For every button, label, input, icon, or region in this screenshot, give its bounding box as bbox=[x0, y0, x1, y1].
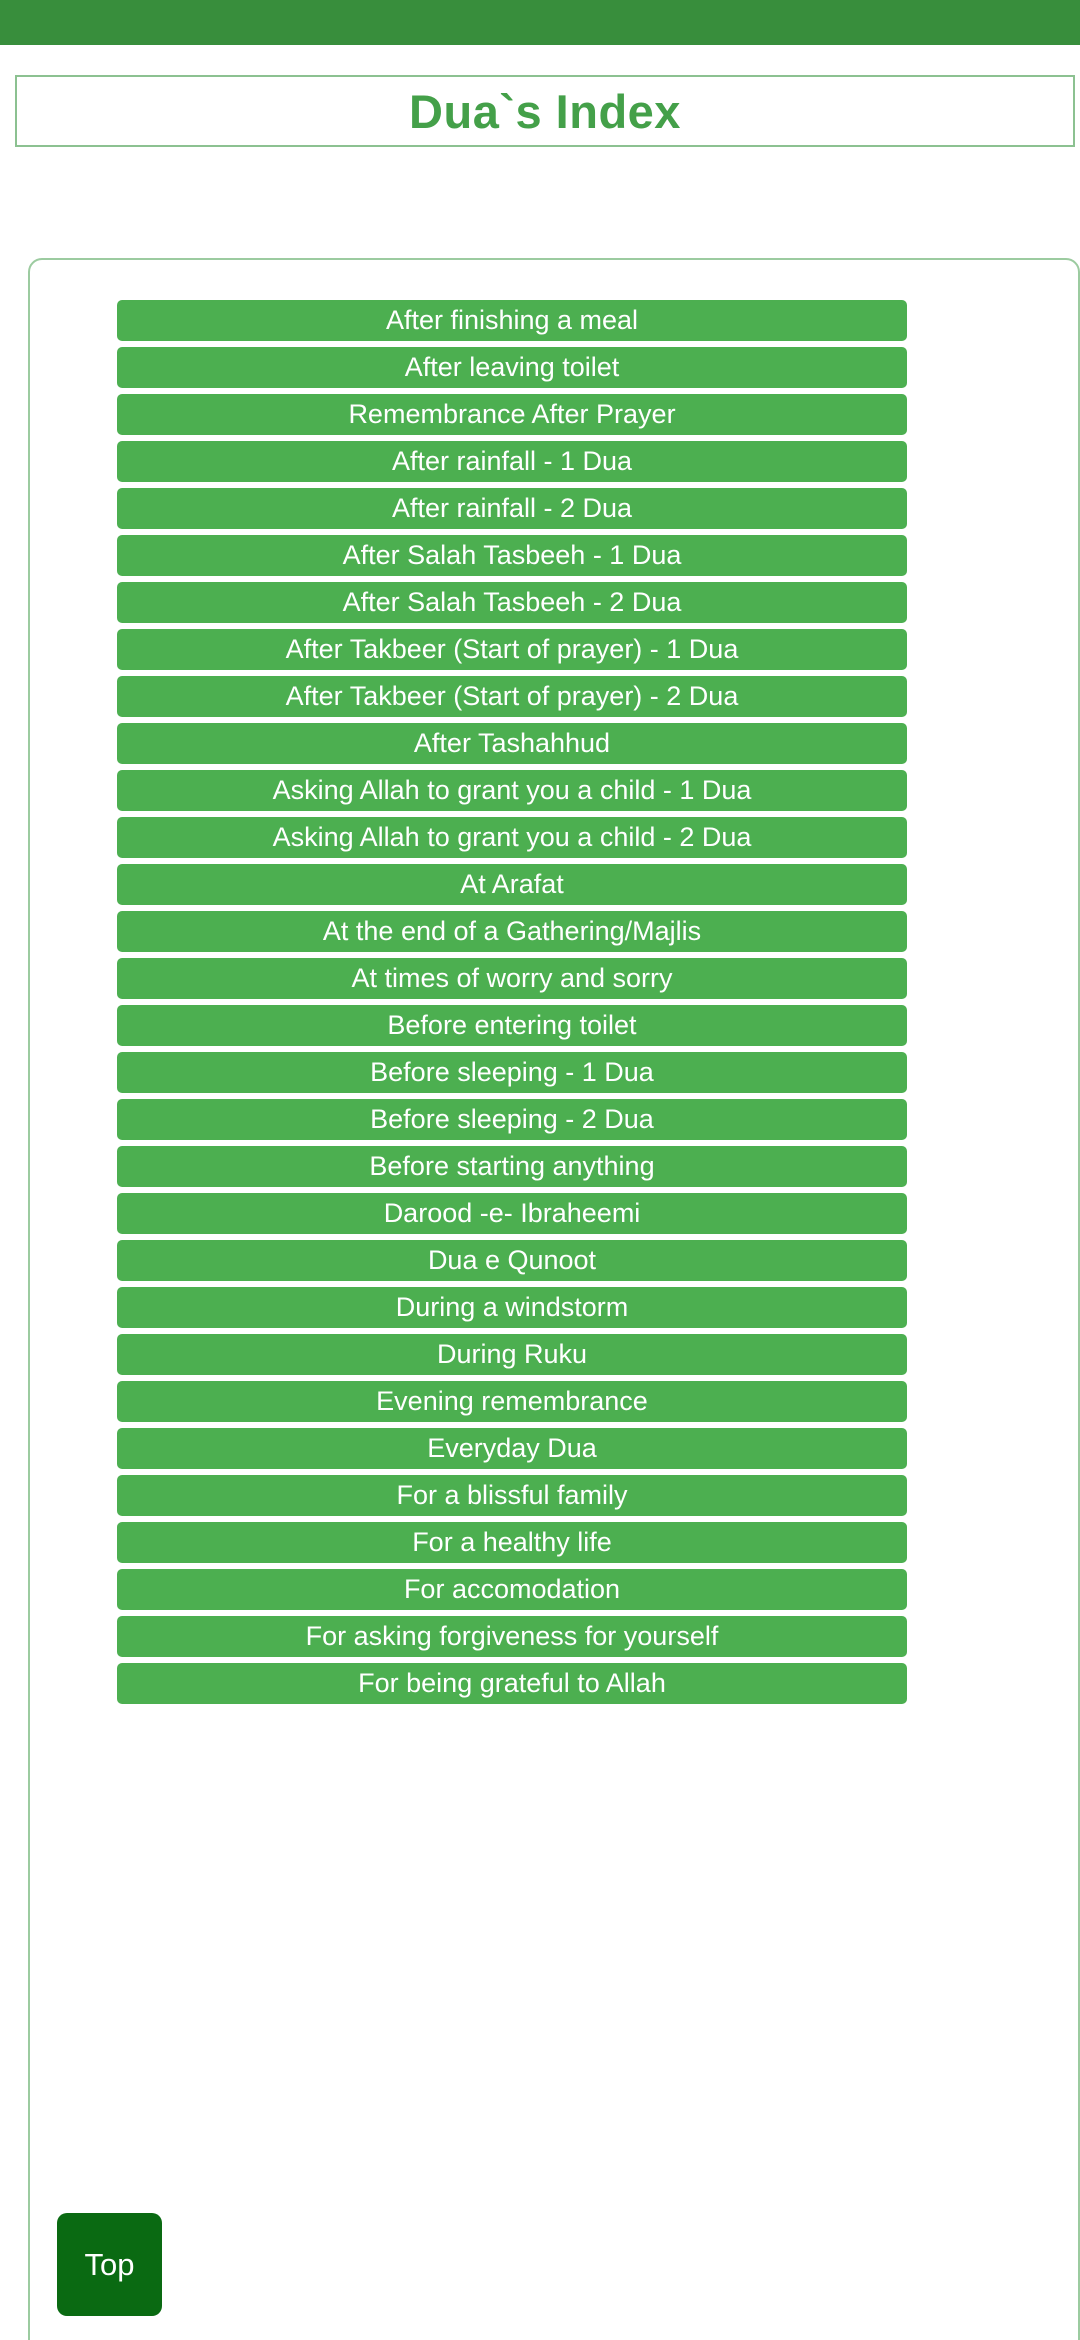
page-title-card: Dua`s Index bbox=[15, 75, 1075, 147]
dua-index-screen: Dua`s Index After finishing a meal After … bbox=[0, 0, 1080, 2340]
dua-list-item[interactable]: After Salah Tasbeeh - 2 Dua bbox=[117, 582, 907, 623]
dua-list-item[interactable]: For accomodation bbox=[117, 1569, 907, 1610]
dua-list-item[interactable]: Evening remembrance bbox=[117, 1381, 907, 1422]
dua-list-item[interactable]: During Ruku bbox=[117, 1334, 907, 1375]
dua-list-item[interactable]: Remembrance After Prayer bbox=[117, 394, 907, 435]
dua-list-item[interactable]: Darood -e- Ibraheemi bbox=[117, 1193, 907, 1234]
dua-list-item[interactable]: After Takbeer (Start of prayer) - 2 Dua bbox=[117, 676, 907, 717]
dua-list-item[interactable]: For a healthy life bbox=[117, 1522, 907, 1563]
dua-list-card: After finishing a meal After leaving toil… bbox=[28, 258, 1080, 2340]
dua-list-item[interactable]: After Tashahhud bbox=[117, 723, 907, 764]
dua-list-item[interactable]: After rainfall - 1 Dua bbox=[117, 441, 907, 482]
app-top-bar bbox=[0, 0, 1080, 45]
dua-list-item[interactable]: During a windstorm bbox=[117, 1287, 907, 1328]
dua-list-item[interactable]: At the end of a Gathering/Majlis bbox=[117, 911, 907, 952]
dua-list-item[interactable]: Asking Allah to grant you a child - 1 Du… bbox=[117, 770, 907, 811]
dua-list-item[interactable]: For a blissful family bbox=[117, 1475, 907, 1516]
dua-list-item[interactable]: Asking Allah to grant you a child - 2 Du… bbox=[117, 817, 907, 858]
dua-list-item[interactable]: After Salah Tasbeeh - 1 Dua bbox=[117, 535, 907, 576]
dua-list-item[interactable]: After rainfall - 2 Dua bbox=[117, 488, 907, 529]
dua-list-item[interactable]: At Arafat bbox=[117, 864, 907, 905]
dua-list-item[interactable]: At times of worry and sorry bbox=[117, 958, 907, 999]
dua-list-item[interactable]: For asking forgiveness for yourself bbox=[117, 1616, 907, 1657]
page-title: Dua`s Index bbox=[409, 84, 681, 138]
dua-list-item[interactable]: After Takbeer (Start of prayer) - 1 Dua bbox=[117, 629, 907, 670]
dua-list-item[interactable]: Before entering toilet bbox=[117, 1005, 907, 1046]
dua-list-item[interactable]: Everyday Dua bbox=[117, 1428, 907, 1469]
dua-list: After finishing a meal After leaving toil… bbox=[117, 300, 907, 1710]
dua-list-item[interactable]: Before sleeping - 2 Dua bbox=[117, 1099, 907, 1140]
dua-list-item[interactable]: After finishing a meal bbox=[117, 300, 907, 341]
scroll-to-top-button[interactable]: Top bbox=[57, 2213, 162, 2316]
dua-list-item[interactable]: Before starting anything bbox=[117, 1146, 907, 1187]
dua-list-item[interactable]: Before sleeping - 1 Dua bbox=[117, 1052, 907, 1093]
dua-list-item[interactable]: Dua e Qunoot bbox=[117, 1240, 907, 1281]
dua-list-item[interactable]: For being grateful to Allah bbox=[117, 1663, 907, 1704]
dua-list-item[interactable]: After leaving toilet bbox=[117, 347, 907, 388]
